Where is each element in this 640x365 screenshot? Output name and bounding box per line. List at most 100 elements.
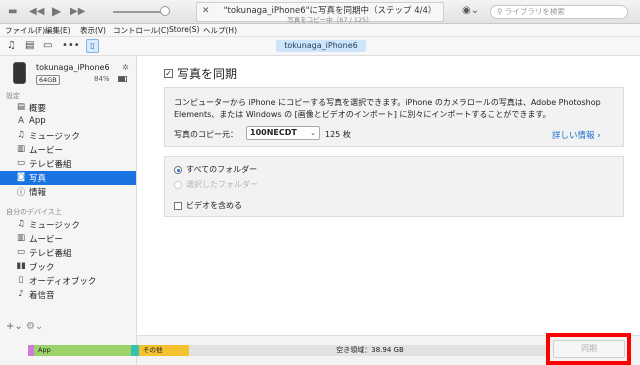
sidebar-item-app[interactable]: A App bbox=[0, 115, 136, 129]
menu-view[interactable]: 表示(V) bbox=[80, 25, 106, 36]
tv-icon: ▭ bbox=[16, 247, 26, 257]
tv-icon: ▭ bbox=[16, 158, 26, 168]
sidebar-item-label: ムービー bbox=[29, 146, 64, 156]
free-space-label: 空き領域：38.94 GB bbox=[336, 346, 404, 354]
add-playlist-icon[interactable]: +⌄ bbox=[6, 321, 23, 332]
transport-bar: ▬ ◀◀ ▶ ▶▶ ✕ "tokunaga_iPhone6"に写真を同期中（ステ… bbox=[0, 0, 640, 24]
sidebar-item-label: テレビ番組 bbox=[29, 249, 72, 259]
account-icon[interactable]: ◉⌄ bbox=[462, 5, 479, 16]
on-device-header: 自分のデバイス上 bbox=[6, 208, 62, 216]
audiobook-icon: ▯ bbox=[18, 275, 24, 285]
sync-photos-checkbox[interactable]: ✓ bbox=[164, 69, 173, 78]
sidebar-item-label: オーディオブック bbox=[29, 277, 97, 287]
movie-icon: ▥ bbox=[16, 144, 26, 154]
music-icon: ♫ bbox=[17, 130, 25, 140]
sidebar-item-tv[interactable]: ▭ テレビ番組 bbox=[0, 157, 136, 171]
play-icon[interactable]: ▶ bbox=[52, 5, 61, 17]
battery-icon bbox=[118, 76, 127, 82]
copy-source-label: 写真のコピー元： bbox=[174, 130, 238, 139]
more-info-link[interactable]: 詳しい情報 › bbox=[552, 129, 601, 141]
bell-icon: ♪ bbox=[18, 289, 24, 299]
selected-folders-radio bbox=[174, 181, 182, 189]
window-menu-icon[interactable]: ▬ bbox=[8, 7, 17, 17]
selected-folders-label: 選択したフォルダー bbox=[186, 180, 258, 189]
sidebar: tokunaga_iPhone6 ✲ 64GB 84% 設定 ▤ 概要 A Ap… bbox=[0, 56, 137, 365]
summary-icon: ▤ bbox=[16, 102, 26, 112]
photos-panel: ✓ 写真を同期 コンピューターから iPhone にコピーする写真を選択できます… bbox=[137, 56, 640, 335]
include-videos-checkbox[interactable] bbox=[174, 202, 182, 210]
storage-segment-docs bbox=[131, 345, 139, 356]
search-placeholder: ライブラリを検索 bbox=[504, 7, 565, 16]
menu-bar: ファイル(F) 編集(E) 表示(V) コントロール(C) Store(S) ヘ… bbox=[0, 24, 640, 37]
sync-spinner-icon: ✲ bbox=[122, 63, 129, 72]
folder-options-box: すべてのフォルダー 選択したフォルダー ビデオを含める bbox=[164, 156, 624, 217]
sidebar-item-device-movies[interactable]: ▥ ムービー bbox=[0, 232, 136, 246]
volume-knob[interactable] bbox=[160, 6, 170, 16]
music-icon[interactable]: ♫ bbox=[7, 40, 16, 51]
sidebar-item-label: ブック bbox=[29, 263, 55, 273]
sidebar-item-label: 写真 bbox=[29, 174, 47, 184]
sync-source-box: コンピューターから iPhone にコピーする写真を選択できます。iPhone … bbox=[164, 87, 624, 147]
copy-source-value: 100NECDT bbox=[250, 128, 297, 137]
sidebar-item-photos[interactable]: ◙ 写真 bbox=[0, 171, 136, 185]
movie-icon: ▥ bbox=[16, 233, 26, 243]
search-input[interactable]: ⚲ ライブラリを検索 bbox=[490, 5, 628, 19]
storage-segment-app: App bbox=[34, 345, 131, 356]
iphone-icon bbox=[13, 62, 26, 84]
itunes-window: ▬ ◀◀ ▶ ▶▶ ✕ "tokunaga_iPhone6"に写真を同期中（ステ… bbox=[0, 0, 640, 365]
music-icon: ♫ bbox=[17, 219, 25, 229]
sidebar-item-label: App bbox=[29, 116, 46, 126]
now-playing-display: ✕ "tokunaga_iPhone6"に写真を同期中（ステップ 4/4） 写真… bbox=[196, 2, 444, 24]
tv-icon[interactable]: ▭ bbox=[43, 40, 52, 51]
sidebar-item-music[interactable]: ♫ ミュージック bbox=[0, 129, 136, 143]
previous-icon[interactable]: ◀◀ bbox=[29, 7, 44, 17]
sync-button-highlight bbox=[546, 333, 631, 365]
sidebar-item-label: 情報 bbox=[29, 188, 47, 198]
gear-icon[interactable]: ⚙⌄ bbox=[26, 321, 43, 332]
app-icon: A bbox=[18, 116, 24, 126]
storage-segment-other: その他 bbox=[139, 345, 189, 356]
photo-count: 125 枚 bbox=[325, 130, 351, 139]
now-playing-subtitle: 写真をコピー中（67 / 125） bbox=[287, 16, 373, 24]
sync-photos-label: 写真を同期 bbox=[177, 67, 238, 81]
sidebar-item-device-tones[interactable]: ♪ 着信音 bbox=[0, 288, 136, 302]
sidebar-item-label: テレビ番組 bbox=[29, 160, 72, 170]
settings-header: 設定 bbox=[6, 92, 20, 100]
sidebar-item-label: ミュージック bbox=[29, 132, 80, 142]
menu-store[interactable]: Store(S) bbox=[169, 25, 199, 34]
iphone-device-icon[interactable]: ▯ bbox=[86, 39, 99, 53]
sidebar-item-label: 着信音 bbox=[29, 291, 55, 301]
include-videos-label: ビデオを含める bbox=[186, 201, 242, 210]
sidebar-item-device-audiobooks[interactable]: ▯ オーディオブック bbox=[0, 274, 136, 288]
device-capacity: 64GB bbox=[36, 75, 60, 85]
chevron-down-icon: ⌄ bbox=[310, 129, 316, 137]
cancel-sync-icon[interactable]: ✕ bbox=[202, 6, 210, 16]
device-name: tokunaga_iPhone6 bbox=[36, 63, 110, 72]
all-folders-label: すべてのフォルダー bbox=[186, 165, 258, 174]
more-icon[interactable]: ••• bbox=[62, 40, 80, 51]
volume-slider[interactable] bbox=[113, 11, 165, 13]
menu-help[interactable]: ヘルプ(H) bbox=[203, 25, 237, 36]
next-icon[interactable]: ▶▶ bbox=[70, 7, 85, 17]
sidebar-item-label: ミュージック bbox=[29, 221, 80, 231]
sidebar-item-info[interactable]: ⓘ 情報 bbox=[0, 185, 136, 199]
menu-edit[interactable]: 編集(E) bbox=[45, 25, 71, 36]
all-folders-radio[interactable] bbox=[174, 166, 182, 174]
info-icon: ⓘ bbox=[16, 188, 26, 198]
sync-description: コンピューターから iPhone にコピーする写真を選択できます。iPhone … bbox=[174, 98, 601, 119]
sidebar-item-summary[interactable]: ▤ 概要 bbox=[0, 101, 136, 115]
sidebar-item-label: ムービー bbox=[29, 235, 64, 245]
movie-icon[interactable]: ▤ bbox=[25, 40, 34, 51]
sidebar-item-device-music[interactable]: ♫ ミュージック bbox=[0, 218, 136, 232]
menu-file[interactable]: ファイル(F) bbox=[5, 25, 45, 36]
sidebar-item-device-books[interactable]: ▮▮ ブック bbox=[0, 260, 136, 274]
sidebar-item-device-tv[interactable]: ▭ テレビ番組 bbox=[0, 246, 136, 260]
search-icon: ⚲ bbox=[497, 7, 505, 16]
device-name-pill: tokunaga_iPhone6 bbox=[276, 40, 366, 52]
book-icon: ▮▮ bbox=[16, 261, 26, 271]
menu-controls[interactable]: コントロール(C) bbox=[113, 25, 169, 36]
media-toolbar: ♫ ▤ ▭ ••• ▯ tokunaga_iPhone6 bbox=[0, 37, 640, 56]
sidebar-item-movies[interactable]: ▥ ムービー bbox=[0, 143, 136, 157]
copy-source-select[interactable]: 100NECDT ⌄ bbox=[246, 126, 320, 140]
camera-icon: ◙ bbox=[16, 172, 26, 182]
